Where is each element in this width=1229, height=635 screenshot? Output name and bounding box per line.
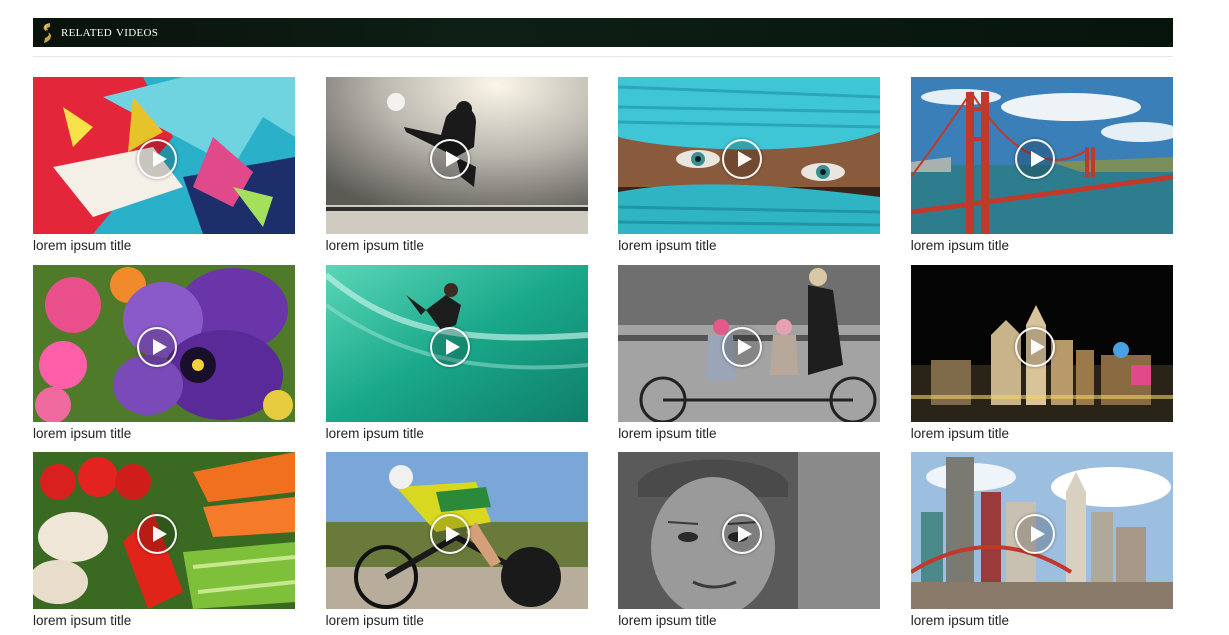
video-title[interactable]: lorem ipsum title — [33, 612, 295, 630]
video-thumbnail[interactable] — [33, 77, 295, 234]
video-title[interactable]: lorem ipsum title — [33, 425, 295, 443]
video-tile[interactable]: lorem ipsum title — [910, 77, 1173, 265]
video-tile[interactable]: lorem ipsum title — [618, 452, 881, 635]
video-tile[interactable]: lorem ipsum title — [618, 264, 881, 453]
section-title: Related Videos — [61, 24, 159, 40]
play-icon[interactable] — [722, 514, 763, 554]
video-title[interactable]: lorem ipsum title — [911, 612, 1173, 630]
play-icon[interactable] — [429, 326, 470, 367]
video-tile[interactable]: lorem ipsum title — [910, 452, 1173, 635]
video-title[interactable]: lorem ipsum title — [326, 425, 588, 443]
video-tile[interactable]: lorem ipsum title — [325, 452, 588, 635]
video-thumbnail[interactable] — [910, 264, 1173, 422]
play-icon[interactable] — [1014, 139, 1055, 179]
play-icon[interactable] — [722, 139, 763, 179]
play-icon[interactable] — [429, 139, 470, 179]
play-icon[interactable] — [1014, 326, 1055, 367]
video-tile[interactable]: lorem ipsum title — [325, 264, 588, 453]
gold-s-emblem-icon — [43, 22, 52, 43]
video-thumbnail[interactable] — [618, 77, 881, 234]
video-title[interactable]: lorem ipsum title — [618, 425, 880, 443]
video-tile[interactable]: lorem ipsum title — [33, 452, 295, 635]
video-thumbnail[interactable] — [325, 452, 588, 609]
section-header: Related Videos — [33, 18, 1173, 47]
play-icon[interactable] — [429, 514, 470, 554]
video-thumbnail[interactable] — [33, 452, 295, 609]
video-title[interactable]: lorem ipsum title — [33, 237, 295, 255]
related-videos-page: Related Videos lorem ipsum title — [0, 0, 1229, 635]
video-thumbnail[interactable] — [33, 264, 295, 422]
play-icon[interactable] — [1014, 514, 1055, 554]
video-thumbnail[interactable] — [910, 452, 1173, 609]
video-title[interactable]: lorem ipsum title — [618, 237, 880, 255]
video-tile[interactable]: lorem ipsum title — [325, 77, 588, 265]
video-thumbnail[interactable] — [618, 264, 881, 422]
video-tile[interactable]: lorem ipsum title — [910, 264, 1173, 453]
video-title[interactable]: lorem ipsum title — [911, 237, 1173, 255]
play-icon[interactable] — [137, 139, 177, 179]
play-icon[interactable] — [722, 326, 763, 367]
video-thumbnail[interactable] — [325, 264, 588, 422]
play-icon[interactable] — [137, 514, 177, 554]
play-icon[interactable] — [137, 326, 177, 367]
video-title[interactable]: lorem ipsum title — [326, 612, 588, 630]
video-tile[interactable]: lorem ipsum title — [33, 77, 295, 265]
video-tile[interactable]: lorem ipsum title — [618, 77, 881, 265]
video-thumbnail[interactable] — [325, 77, 588, 234]
video-title[interactable]: lorem ipsum title — [911, 425, 1173, 443]
video-thumbnail[interactable] — [618, 452, 881, 609]
video-title[interactable]: lorem ipsum title — [618, 612, 880, 630]
video-tile[interactable]: lorem ipsum title — [33, 264, 295, 453]
video-thumbnail[interactable] — [910, 77, 1173, 234]
video-title[interactable]: lorem ipsum title — [326, 237, 588, 255]
video-grid: lorem ipsum title lorem ipsum title lore… — [33, 77, 1173, 635]
header-divider — [33, 56, 1173, 57]
